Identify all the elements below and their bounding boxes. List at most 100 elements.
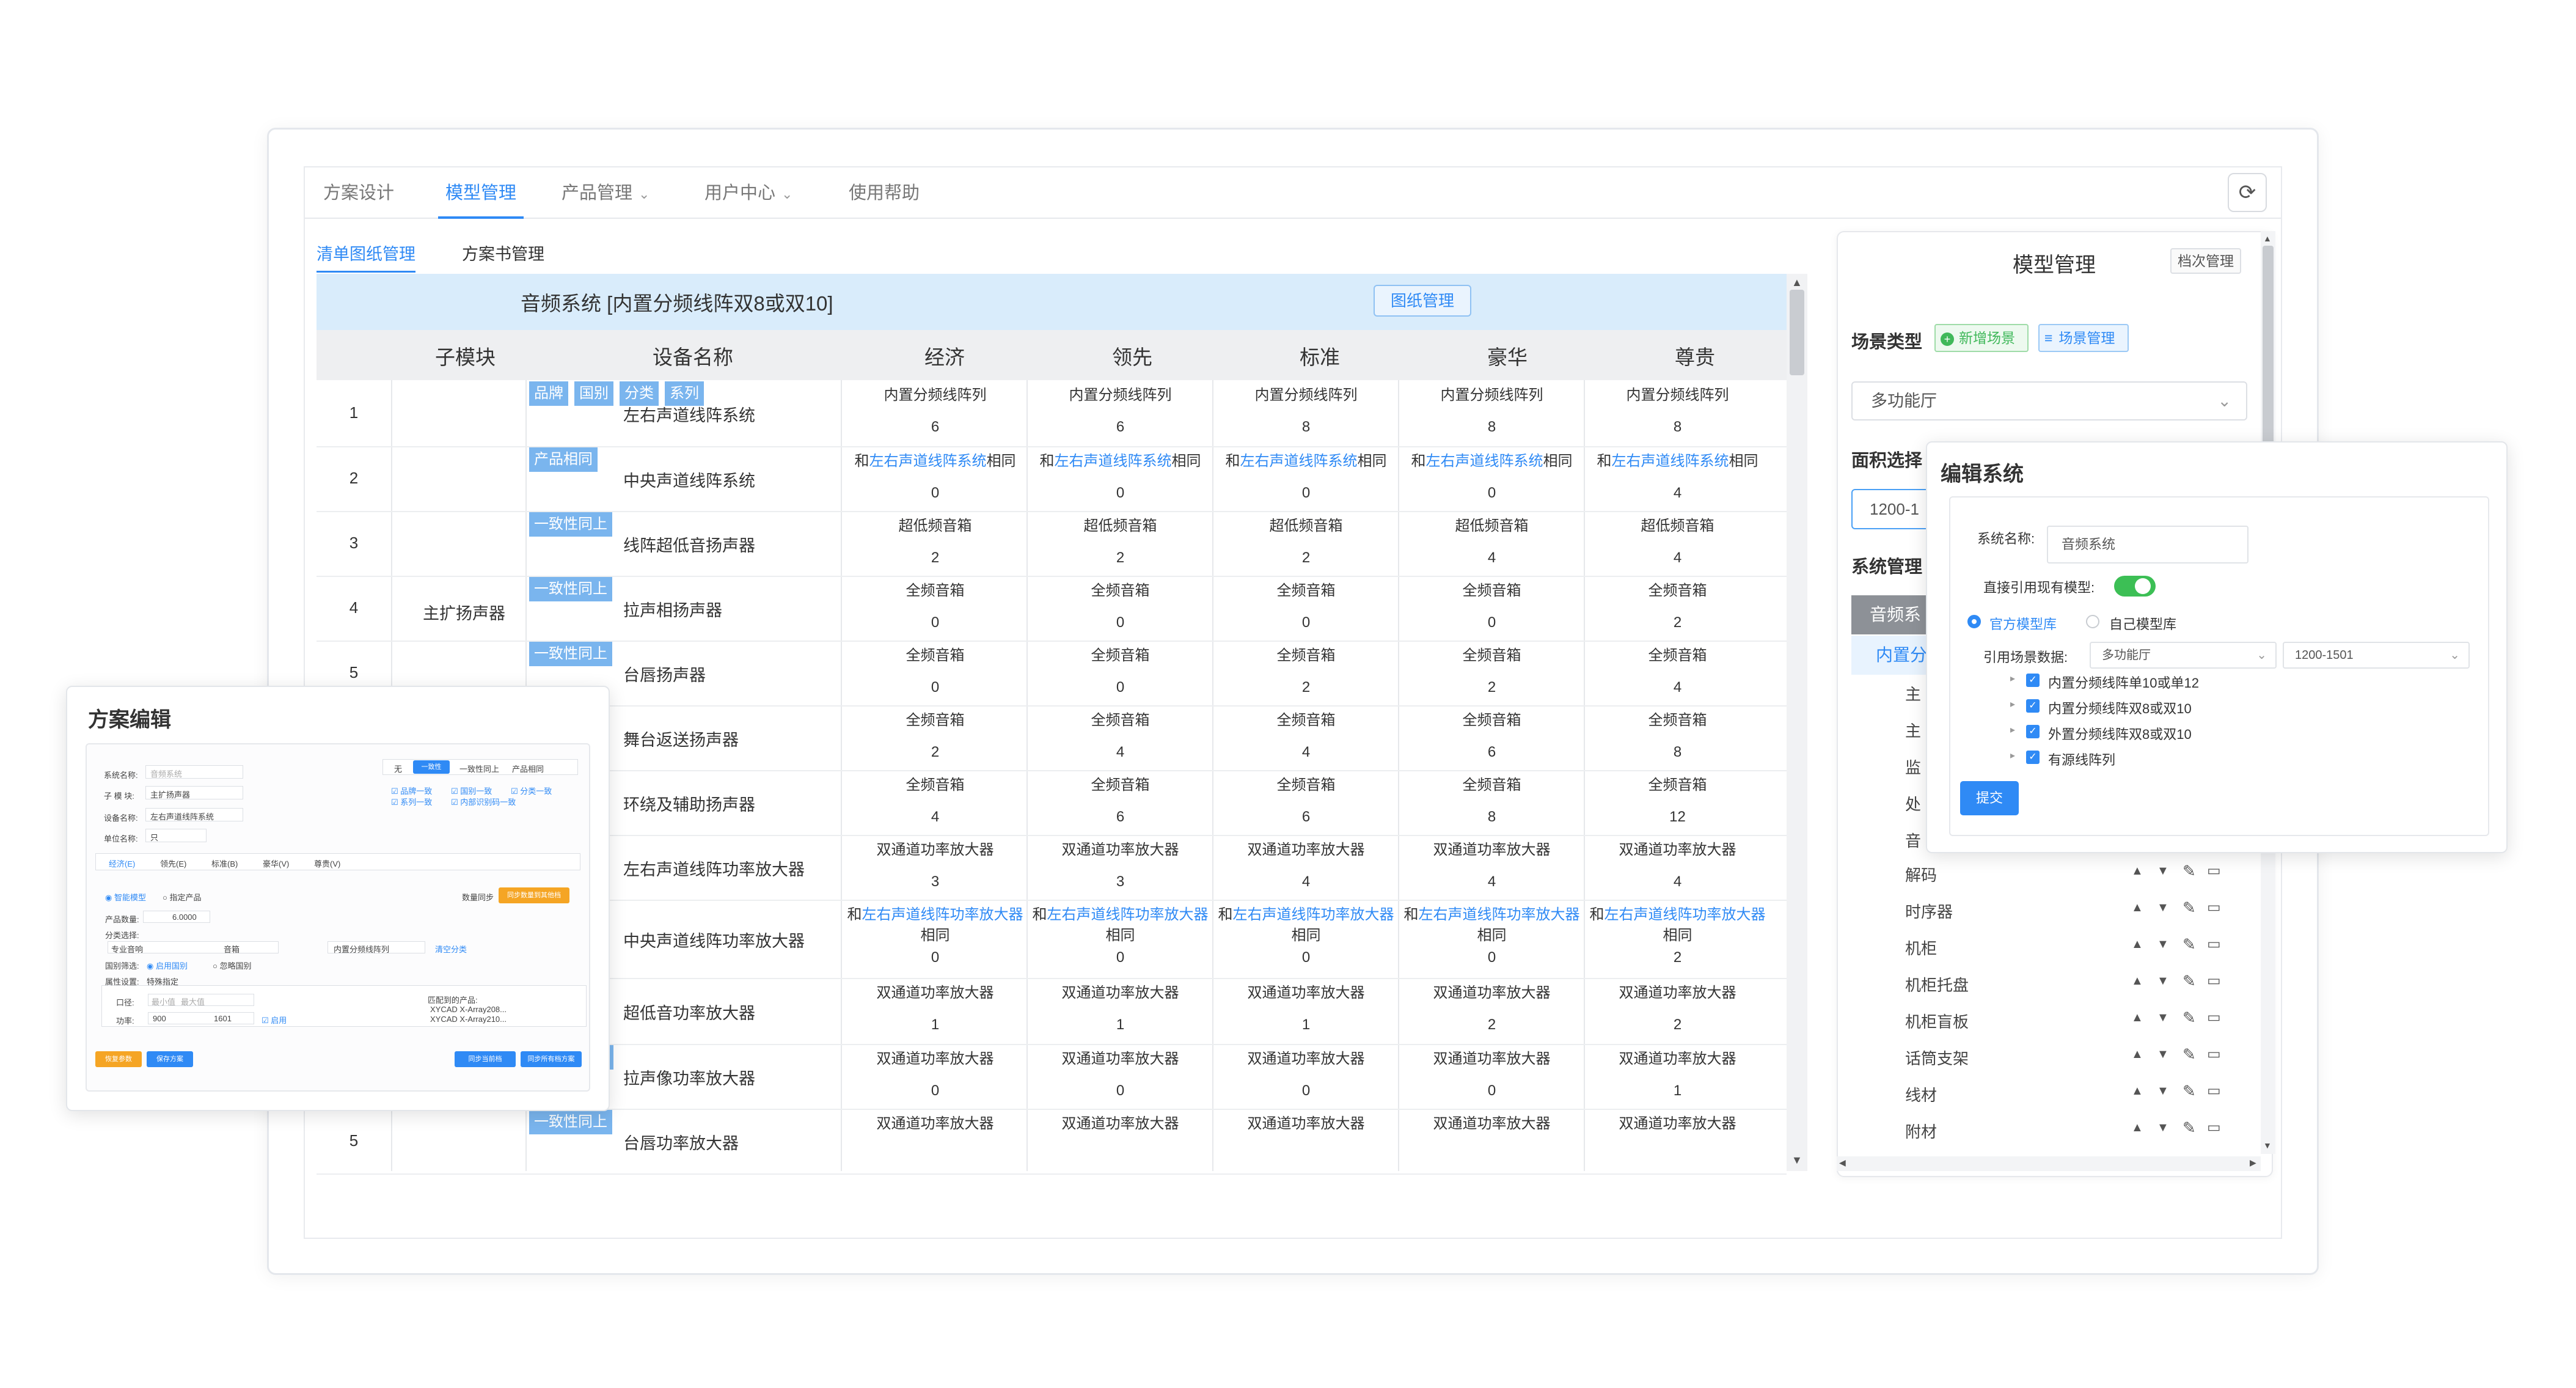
pd-check[interactable]: ☑ 国别一致 — [451, 785, 492, 796]
cell-ref-link[interactable]: 左右声道线阵系统 — [1240, 453, 1358, 469]
tree-expand-icon[interactable]: ▸ — [2010, 672, 2015, 685]
pd-grade-tab[interactable]: 标准(B) — [211, 857, 238, 869]
system-module-item[interactable]: 线材 — [1905, 1083, 1937, 1106]
row-tag[interactable]: 一致性同上 — [529, 512, 612, 537]
panel-hscrollbar[interactable] — [1837, 1156, 2261, 1171]
pd-clear-class-link[interactable]: 清空分类 — [435, 943, 467, 955]
panel-scroll-left-icon[interactable]: ◀ — [1839, 1158, 1846, 1168]
move-down-icon[interactable]: ▼ — [2157, 1084, 2169, 1098]
tab-plan-book[interactable]: 方案书管理 — [462, 241, 544, 273]
edit-icon[interactable]: ✎ — [2183, 1045, 2196, 1064]
move-up-icon[interactable]: ▲ — [2131, 901, 2143, 915]
edit-icon[interactable]: ✎ — [2183, 1082, 2196, 1101]
system-module-item[interactable]: 话筒支架 — [1905, 1046, 1969, 1069]
move-up-icon[interactable]: ▲ — [2131, 1121, 2143, 1135]
move-down-icon[interactable]: ▼ — [2157, 864, 2169, 878]
pd-save-button[interactable]: 保存方案 — [147, 1051, 193, 1067]
row-tag[interactable]: 国别 — [574, 381, 613, 406]
tree-checkbox[interactable]: ✓ — [2026, 674, 2040, 687]
panel-scroll-up-icon[interactable]: ▲ — [2263, 233, 2272, 243]
pd-grade-tab[interactable]: 尊贵(V) — [314, 857, 340, 869]
ref-scene-select[interactable]: 多功能厅 ⌄ — [2090, 642, 2277, 669]
nav-item-help[interactable]: 使用帮助 — [849, 167, 920, 219]
cell-ref-link[interactable]: 左右声道线阵系统 — [869, 453, 987, 469]
scroll-up-icon[interactable]: ▲ — [1791, 276, 1802, 289]
cell-ref-link[interactable]: 左右声道线阵系统 — [1426, 453, 1543, 469]
move-down-icon[interactable]: ▼ — [2157, 1048, 2169, 1062]
cell-ref-link[interactable]: 左右声道线阵功率放大器 — [1605, 906, 1766, 923]
edit-icon[interactable]: ✎ — [2183, 1118, 2196, 1137]
pd-sync-all-button[interactable]: 同步所有档方案 — [521, 1051, 582, 1067]
system-module-item[interactable]: 处 — [1905, 792, 1921, 815]
tab-list-drawing[interactable]: 清单图纸管理 — [317, 241, 415, 273]
folder-icon[interactable]: ▭ — [2207, 935, 2221, 953]
pd-grade-tab[interactable]: 领先(E) — [160, 857, 186, 869]
scene-management-button[interactable]: ≡ 场景管理 — [2038, 324, 2129, 352]
edit-icon[interactable]: ✎ — [2183, 972, 2196, 991]
tree-checkbox[interactable]: ✓ — [2026, 699, 2040, 713]
table-scroll-thumb[interactable] — [1790, 290, 1804, 375]
system-module-item[interactable]: 主 — [1905, 682, 1921, 705]
pd-check[interactable]: ☑ 系列一致 — [391, 796, 432, 807]
panel-scroll-right-icon[interactable]: ▶ — [2250, 1158, 2256, 1168]
move-down-icon[interactable]: ▼ — [2157, 901, 2169, 915]
system-name-input[interactable]: 音频系统 — [2047, 526, 2249, 564]
edit-icon[interactable]: ✎ — [2183, 1008, 2196, 1027]
cell-ref-link[interactable]: 左右声道线阵功率放大器 — [862, 906, 1023, 923]
folder-icon[interactable]: ▭ — [2207, 898, 2221, 916]
pd-restore-button[interactable]: 恢复参数 — [95, 1051, 142, 1067]
row-tag[interactable]: 产品相同 — [529, 447, 598, 472]
tree-expand-icon[interactable]: ▸ — [2010, 698, 2015, 710]
pd-check[interactable]: ☑ 品牌一致 — [391, 785, 432, 796]
move-up-icon[interactable]: ▲ — [2131, 1084, 2143, 1098]
pd-mode-tab[interactable]: 无 — [394, 763, 402, 774]
radio-own-library[interactable] — [2086, 615, 2099, 628]
cell-ref-link[interactable]: 左右声道线阵系统 — [1055, 453, 1172, 469]
nav-item-product-management[interactable]: 产品管理 ⌄ — [562, 167, 649, 219]
panel-scroll-down-icon[interactable]: ▼ — [2263, 1140, 2272, 1150]
system-module-item[interactable]: 机柜 — [1905, 936, 1937, 959]
pd-mode-tab[interactable]: 一致性同上 — [459, 763, 499, 774]
nav-item-model-management[interactable]: 模型管理 — [438, 167, 524, 219]
edit-icon[interactable]: ✎ — [2183, 898, 2196, 917]
system-module-item[interactable]: 监 — [1905, 755, 1921, 778]
pd-bg-filter-off[interactable]: ○ 忽略国别 — [213, 960, 251, 971]
row-tag[interactable]: 一致性同上 — [529, 577, 612, 601]
cell-ref-link[interactable]: 左右声道线阵功率放大器 — [1047, 906, 1209, 923]
tree-expand-icon[interactable]: ▸ — [2010, 724, 2015, 736]
submit-button[interactable]: 提交 — [1960, 781, 2019, 815]
system-module-item[interactable]: 机柜盲板 — [1905, 1010, 1969, 1032]
pd-check[interactable]: ☑ 分类一致 — [511, 785, 552, 796]
system-module-item[interactable]: 附材 — [1905, 1120, 1937, 1142]
pd-grade-tab[interactable]: 豪华(V) — [263, 857, 289, 869]
folder-icon[interactable]: ▭ — [2207, 972, 2221, 990]
scroll-down-icon[interactable]: ▼ — [1791, 1154, 1802, 1167]
folder-icon[interactable]: ▭ — [2207, 862, 2221, 879]
move-down-icon[interactable]: ▼ — [2157, 974, 2169, 988]
folder-icon[interactable]: ▭ — [2207, 1045, 2221, 1063]
folder-icon[interactable]: ▭ — [2207, 1082, 2221, 1100]
folder-icon[interactable]: ▭ — [2207, 1008, 2221, 1026]
pd-radio-fixed[interactable]: ○ 指定产品 — [163, 891, 201, 903]
add-scene-button[interactable]: + 新增场景 — [1934, 324, 2029, 352]
move-up-icon[interactable]: ▲ — [2131, 974, 2143, 988]
pd-enable-check[interactable]: ☑ 启用 — [262, 1014, 287, 1026]
tree-expand-icon[interactable]: ▸ — [2010, 749, 2015, 762]
cell-ref-link[interactable]: 左右声道线阵功率放大器 — [1233, 906, 1394, 923]
system-module-item[interactable]: 时序器 — [1905, 900, 1953, 922]
pd-radio-smart[interactable]: ◉ 智能模型 — [105, 891, 146, 903]
cell-ref-link[interactable]: 左右声道线阵功率放大器 — [1419, 906, 1580, 923]
system-module-item[interactable]: 机柜托盘 — [1905, 973, 1969, 996]
move-down-icon[interactable]: ▼ — [2157, 938, 2169, 952]
tree-checkbox[interactable]: ✓ — [2026, 751, 2040, 764]
row-tag[interactable]: 分类 — [620, 381, 659, 406]
nav-item-user-center[interactable]: 用户中心 ⌄ — [704, 167, 792, 219]
pd-bg-filter-on[interactable]: ◉ 启用国别 — [147, 960, 188, 971]
archive-management-button[interactable]: 档次管理 — [2170, 248, 2241, 274]
move-down-icon[interactable]: ▼ — [2157, 1121, 2169, 1135]
move-down-icon[interactable]: ▼ — [2157, 1011, 2169, 1025]
row-tag[interactable]: 系列 — [665, 381, 704, 406]
move-up-icon[interactable]: ▲ — [2131, 1048, 2143, 1062]
nav-item-plan-design[interactable]: 方案设计 — [323, 167, 394, 219]
drawing-management-button[interactable]: 图纸管理 — [1374, 285, 1471, 317]
